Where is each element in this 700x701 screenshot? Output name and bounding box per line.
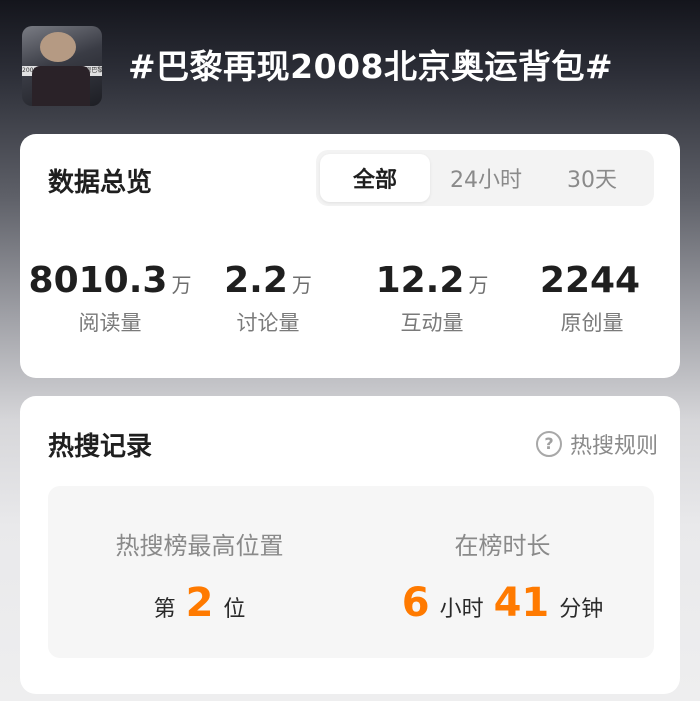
- duration-hours-unit: 小时: [439, 597, 484, 622]
- hot-search-title: 热搜记录: [48, 432, 153, 462]
- stat-discussions-value: 2.2: [224, 260, 288, 301]
- topic-title: #巴黎再现2008北京奥运背包#: [128, 47, 614, 86]
- hot-search-record-panel: 热搜榜最高位置 第 2 位 在榜时长 6 小时 41 分钟: [48, 486, 654, 658]
- stat-interactions-value: 12.2: [375, 260, 465, 301]
- peak-rank-column: 热搜榜最高位置 第 2 位: [48, 486, 351, 658]
- tab-30-days[interactable]: 30天: [542, 154, 642, 202]
- thumbnail-backpack: [32, 66, 90, 106]
- stats-row: 8010.3 万 阅读量 2.2 万 讨论量 12.2 万 互动量 2244 原创量: [20, 260, 680, 340]
- stat-reads-label: 阅读量: [78, 311, 142, 335]
- stat-original-label: 原创量: [560, 311, 624, 335]
- peak-rank-value: 第 2 位: [48, 580, 351, 626]
- stat-interactions: 12.2 万 互动量: [342, 260, 522, 337]
- duration-label: 在榜时长: [454, 532, 551, 560]
- hot-search-rules-label: 热搜规则: [569, 434, 658, 459]
- stat-reads-value: 8010.3: [28, 260, 168, 301]
- hot-search-rules-link[interactable]: ? 热搜规则: [535, 428, 658, 460]
- hot-search-card: 热搜记录 ? 热搜规则 热搜榜最高位置 第 2 位 在榜时长 6 小时 41 分…: [20, 396, 680, 694]
- topic-thumbnail[interactable]: 2008年北京奥运背包再现巴黎: [22, 26, 102, 106]
- duration-hours: 6: [401, 580, 430, 626]
- tab-all[interactable]: 全部: [320, 154, 430, 202]
- duration-column: 在榜时长 6 小时 41 分钟: [351, 486, 654, 658]
- thumbnail-face: [40, 32, 76, 62]
- stat-reads: 8010.3 万 阅读量: [20, 260, 200, 337]
- duration-value: 6 小时 41 分钟: [351, 580, 654, 626]
- overview-title: 数据总览: [48, 168, 153, 198]
- stat-interactions-unit: 万: [468, 273, 489, 297]
- peak-rank-prefix: 第: [153, 597, 176, 622]
- duration-minutes-unit: 分钟: [559, 597, 604, 622]
- time-range-tabs: 全部 24小时 30天: [316, 150, 654, 206]
- question-circle-icon: ?: [535, 431, 562, 457]
- peak-rank-label: 热搜榜最高位置: [115, 532, 284, 560]
- stat-discussions-unit: 万: [291, 273, 312, 297]
- stat-interactions-label: 互动量: [400, 311, 464, 335]
- tab-24-hours[interactable]: 24小时: [430, 154, 542, 202]
- peak-rank-number: 2: [185, 580, 214, 626]
- data-overview-card: 数据总览 全部 24小时 30天 8010.3 万 阅读量 2.2 万 讨论量 12…: [20, 134, 680, 378]
- peak-rank-suffix: 位: [223, 597, 246, 622]
- stat-original: 2244 原创量: [502, 260, 682, 337]
- stat-discussions-label: 讨论量: [236, 311, 300, 335]
- duration-minutes: 41: [493, 580, 550, 626]
- stat-original-value: 2244: [539, 260, 641, 301]
- stat-discussions: 2.2 万 讨论量: [178, 260, 358, 337]
- topic-header: 2008年北京奥运背包再现巴黎 #巴黎再现2008北京奥运背包#: [0, 0, 700, 130]
